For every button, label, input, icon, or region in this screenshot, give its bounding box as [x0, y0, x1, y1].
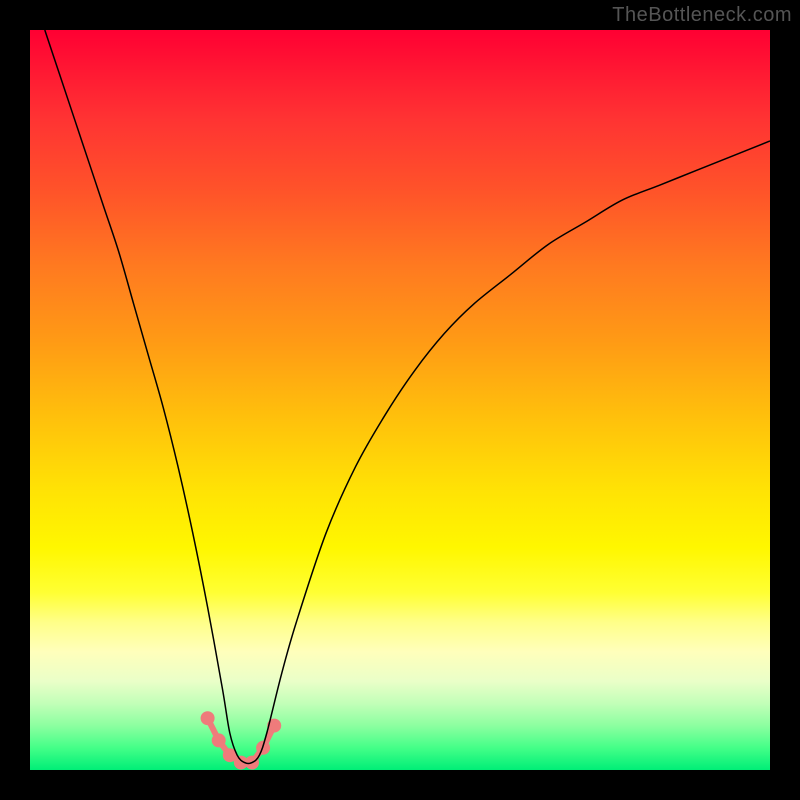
marker-dot [201, 711, 215, 725]
plot-area [30, 30, 770, 770]
chart-svg [30, 30, 770, 770]
attribution-label: TheBottleneck.com [612, 4, 792, 27]
chart-frame: TheBottleneck.com [0, 0, 800, 800]
bottleneck-curve [45, 30, 770, 764]
marker-dot [212, 733, 226, 747]
